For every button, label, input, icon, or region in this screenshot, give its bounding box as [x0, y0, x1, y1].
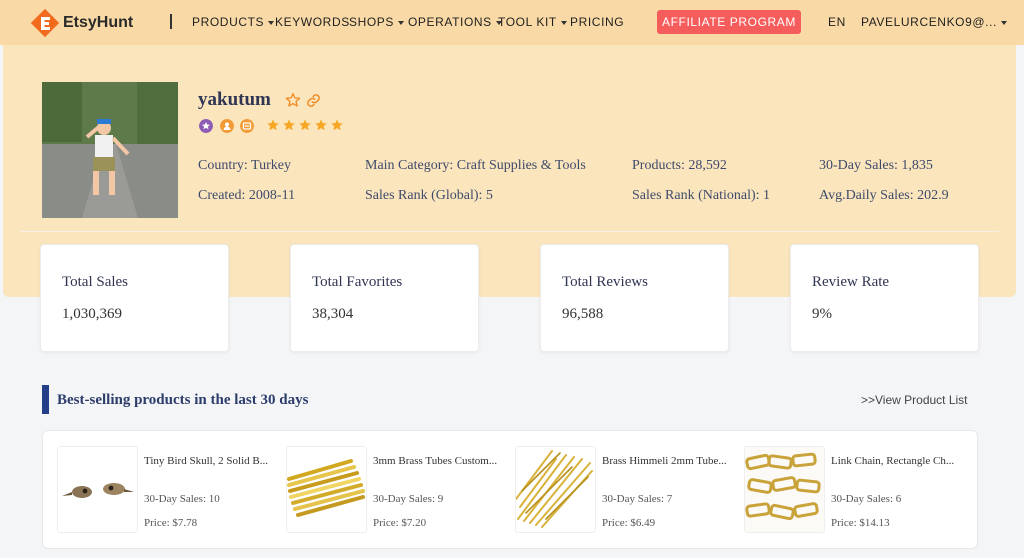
brand-name: EtsyHunt [63, 14, 134, 31]
user-menu[interactable]: PAVELURCENKO9@... [861, 15, 1007, 29]
best-selling-product-list [42, 430, 978, 549]
shop-products-count: Products: 28,592 [632, 158, 727, 173]
link-icon[interactable] [306, 93, 321, 108]
rating-star-icon [283, 119, 295, 131]
shop-name: yakutum [198, 89, 271, 110]
shop-rating-stars [266, 118, 344, 132]
nav-keywords-label: KEYWORDS [275, 15, 350, 29]
stat-label: Review Rate [812, 274, 890, 290]
shop-sales-rank-national: Sales Rank (National): 1 [632, 188, 771, 203]
shop-badge-icon [240, 119, 254, 133]
section-title: Best-selling products in the last 30 day… [57, 392, 309, 408]
chevron-down-icon [560, 20, 567, 25]
panel-divider [20, 231, 999, 232]
nav-toolkit[interactable]: TOOL KIT [498, 15, 567, 29]
chevron-down-icon [1000, 20, 1007, 25]
chevron-down-icon [398, 20, 405, 25]
favorite-star-icon[interactable] [285, 92, 301, 108]
rating-star-icon [331, 119, 343, 131]
stat-label: Total Reviews [562, 274, 649, 290]
product-price: Price: $7.78 [144, 517, 198, 529]
star-seller-badge-icon [199, 119, 213, 133]
shop-country: Country: Turkey [198, 158, 291, 173]
stat-card-total-favorites: Total Favorites 38,304 [290, 244, 479, 352]
rating-star-icon [267, 119, 279, 131]
nav-pricing-label: PRICING [570, 15, 625, 29]
language-selector[interactable]: EN [828, 15, 846, 29]
stat-card-total-sales: Total Sales 1,030,369 [40, 244, 229, 352]
shop-avatar [42, 82, 178, 218]
etsyhunt-logo-icon [30, 8, 60, 38]
product-30-day-sales: 30-Day Sales: 7 [602, 493, 673, 505]
product-name[interactable]: 3mm Brass Tubes Custom... [373, 455, 503, 467]
language-label: EN [828, 15, 846, 29]
nav-keywords[interactable]: KEYWORDS [275, 15, 350, 29]
product-price: Price: $14.13 [831, 517, 890, 529]
nav-operations[interactable]: OPERATIONS [408, 15, 502, 29]
nav-shops[interactable]: SHOPS [349, 15, 405, 29]
product-price: Price: $7.20 [373, 517, 427, 529]
view-product-list-link[interactable]: >>View Product List [861, 393, 968, 407]
user-badge-icon [220, 119, 234, 133]
product-price: Price: $6.49 [602, 517, 656, 529]
nav-products[interactable]: PRODUCTS [192, 15, 275, 29]
nav-pricing[interactable]: PRICING [570, 15, 624, 29]
brand-logo[interactable]: EtsyHunt [30, 8, 133, 38]
product-30-day-sales: 30-Day Sales: 6 [831, 493, 902, 505]
stat-value: 96,588 [562, 306, 604, 322]
nav-products-label: PRODUCTS [192, 15, 265, 29]
section-accent-bar [42, 385, 49, 414]
nav-shops-label: SHOPS [349, 15, 395, 29]
product-thumbnail[interactable] [744, 446, 825, 533]
bird-skull-image [62, 483, 134, 498]
product-30-day-sales: 30-Day Sales: 9 [373, 493, 444, 505]
product-thumbnail[interactable] [57, 446, 138, 533]
shop-main-category: Main Category: Craft Supplies & Tools [365, 158, 586, 173]
stat-label: Total Favorites [312, 274, 403, 290]
brass-himmeli-tubes-image [516, 450, 593, 528]
rating-star-icon [315, 119, 327, 131]
stat-card-total-reviews: Total Reviews 96,588 [540, 244, 729, 352]
rating-star-icon [299, 119, 311, 131]
product-name[interactable]: Brass Himmeli 2mm Tube... [602, 455, 732, 467]
shop-created: Created: 2008-11 [198, 188, 296, 203]
shop-30-day-sales: 30-Day Sales: 1,835 [819, 158, 933, 173]
product-thumbnail[interactable] [515, 446, 596, 533]
user-email-label: PAVELURCENKO9@... [861, 15, 997, 29]
affiliate-program-button[interactable]: AFFILIATE PROGRAM [657, 10, 801, 34]
stat-label: Total Sales [62, 274, 129, 290]
link-chain-image [745, 447, 824, 532]
product-name[interactable]: Tiny Bird Skull, 2 Solid B... [144, 455, 274, 467]
product-name[interactable]: Link Chain, Rectangle Ch... [831, 455, 961, 467]
stat-card-review-rate: Review Rate 9% [790, 244, 979, 352]
stat-value: 1,030,369 [62, 306, 122, 322]
brass-tubes-image [287, 459, 365, 517]
product-thumbnail[interactable] [286, 446, 367, 533]
product-30-day-sales: 30-Day Sales: 10 [144, 493, 220, 505]
shop-sales-rank-global: Sales Rank (Global): 5 [365, 188, 493, 203]
nav-divider [170, 14, 172, 29]
stat-value: 9% [812, 306, 832, 322]
top-nav: EtsyHunt PRODUCTS KEYWORDS SHOPS OPERATI… [0, 0, 1024, 45]
shop-avg-daily-sales: Avg.Daily Sales: 202.9 [819, 188, 949, 203]
chevron-down-icon [268, 20, 275, 25]
nav-operations-label: OPERATIONS [408, 15, 492, 29]
stat-value: 38,304 [312, 306, 354, 322]
nav-toolkit-label: TOOL KIT [498, 15, 557, 29]
